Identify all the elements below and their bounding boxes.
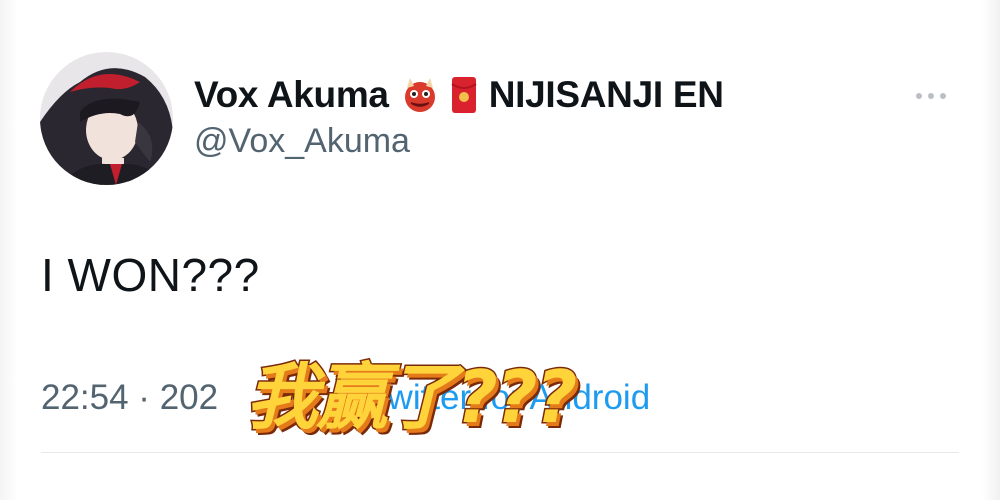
ogre-icon	[401, 76, 439, 114]
red-envelope-icon	[451, 76, 477, 114]
tweet-timestamp[interactable]: 22:54 · 202	[41, 378, 218, 418]
divider	[41, 452, 959, 453]
tweet-text: I WON???	[41, 249, 260, 301]
author-row: Vox Akuma NIJISANJI EN	[194, 70, 724, 120]
more-options-icon[interactable]	[916, 84, 956, 108]
caption-overlay: 我赢了???	[244, 354, 578, 441]
display-name[interactable]: Vox Akuma	[194, 74, 389, 116]
user-handle[interactable]: @Vox_Akuma	[194, 122, 410, 161]
avatar[interactable]	[40, 52, 173, 185]
affiliation-label: NIJISANJI EN	[488, 74, 724, 115]
